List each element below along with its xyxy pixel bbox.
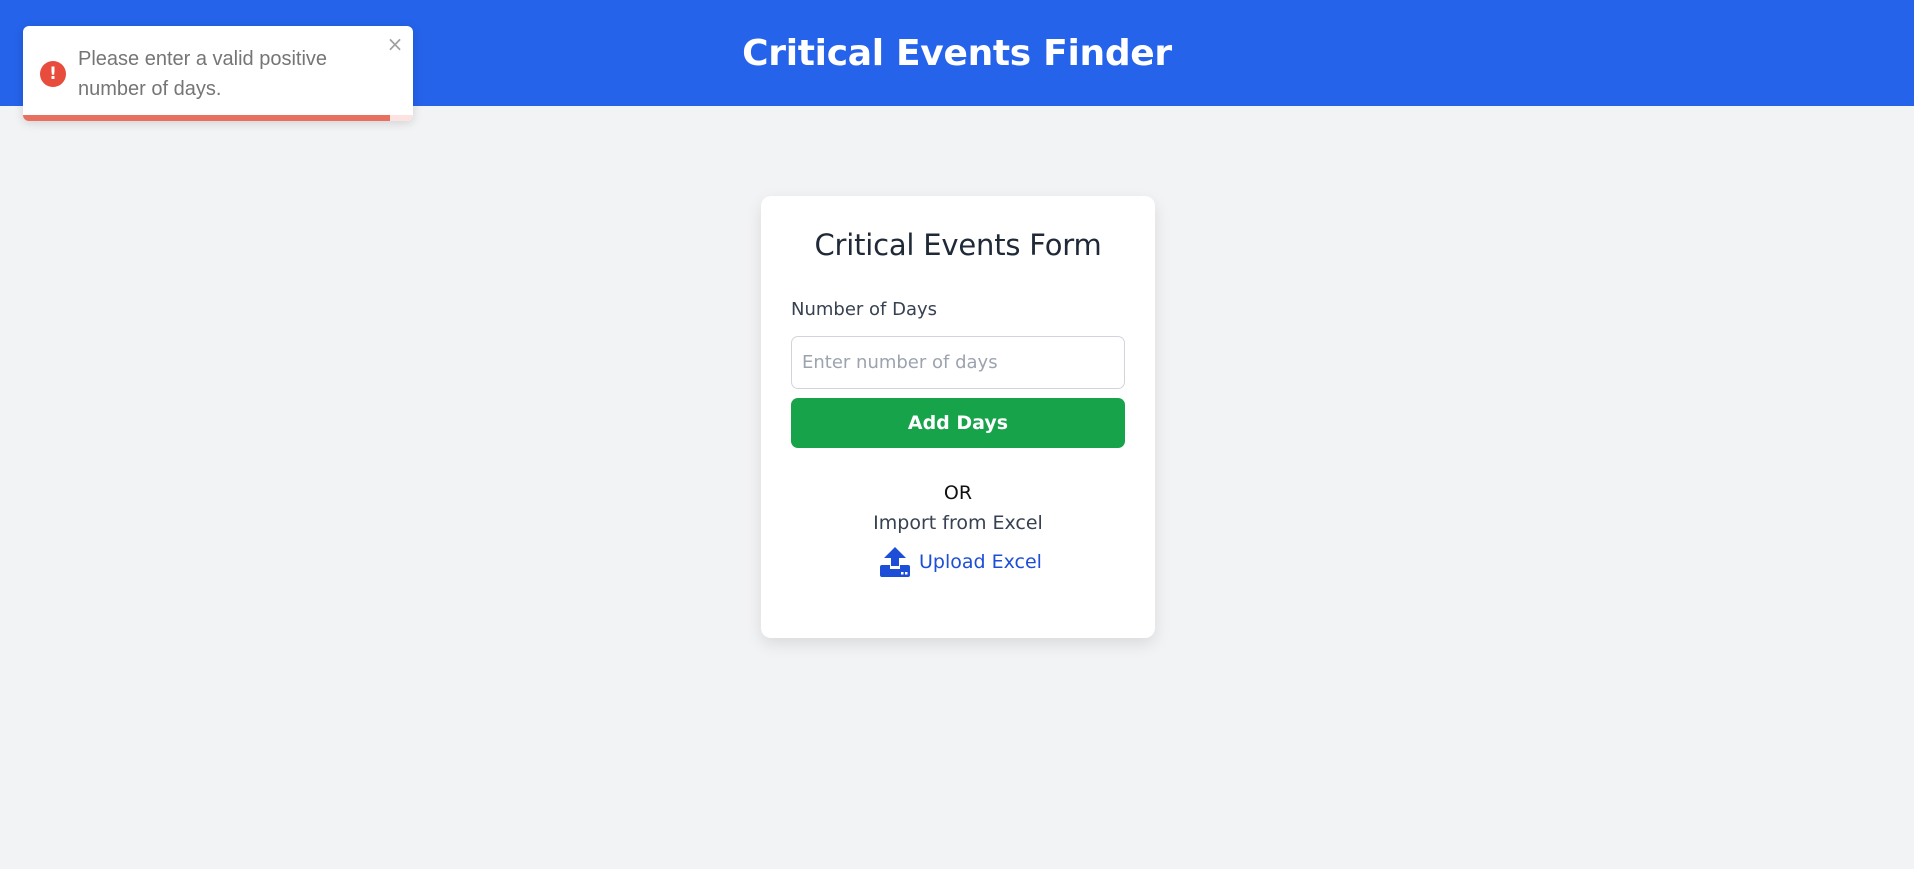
critical-events-form: Critical Events Form Number of Days Add … — [761, 196, 1155, 638]
add-days-button[interactable]: Add Days — [791, 398, 1125, 448]
page-title: Critical Events Finder — [742, 32, 1172, 74]
or-divider: OR — [943, 482, 973, 504]
days-input[interactable] — [791, 336, 1125, 389]
upload-excel-label: Upload Excel — [919, 551, 1042, 573]
upload-excel-button[interactable]: Upload Excel — [879, 545, 1042, 579]
form-title: Critical Events Form — [814, 228, 1102, 262]
error-toast: ! Please enter a valid positive number o… — [23, 26, 413, 121]
close-icon[interactable]: × — [384, 33, 406, 55]
upload-icon — [880, 547, 910, 577]
import-label: Import from Excel — [873, 512, 1043, 534]
days-field-label: Number of Days — [791, 299, 938, 320]
error-icon: ! — [40, 61, 66, 87]
toast-progress-fill — [23, 115, 390, 121]
toast-progress-bar — [23, 115, 413, 121]
toast-message: Please enter a valid positive number of … — [78, 48, 328, 100]
